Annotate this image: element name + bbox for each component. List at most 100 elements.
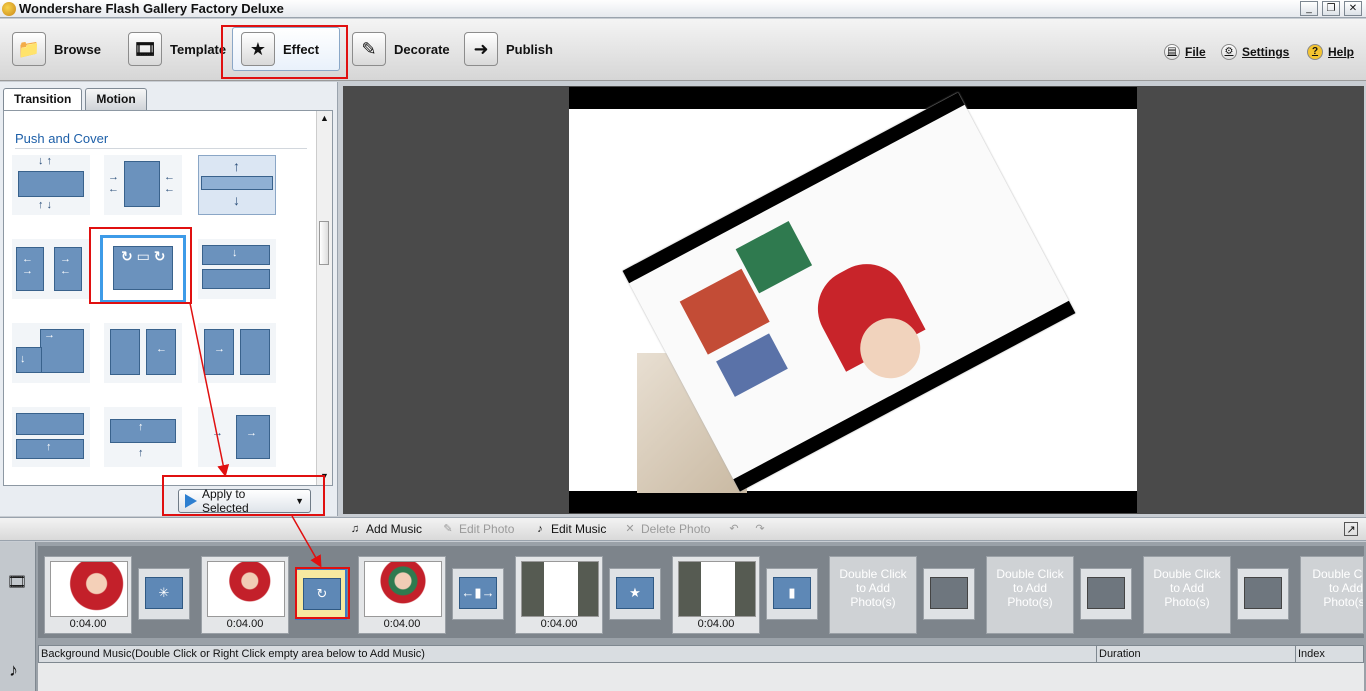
- rotate-right-icon: ↷: [755, 523, 765, 535]
- music-track-header: Background Music(Double Click or Right C…: [38, 645, 1364, 663]
- edit-photo-button[interactable]: ✎ Edit Photo: [441, 522, 514, 536]
- section-divider: [15, 148, 307, 149]
- browse-button[interactable]: 📁 Browse: [12, 27, 101, 71]
- gear-icon: ⚙: [1221, 44, 1237, 60]
- tab-motion[interactable]: Motion: [85, 88, 147, 110]
- photo-thumbnail: [50, 561, 128, 617]
- edit-music-button[interactable]: ♪ Edit Music: [533, 522, 606, 536]
- empty-transition-slot[interactable]: [1237, 568, 1289, 620]
- file-menu[interactable]: ▤ File: [1164, 44, 1206, 60]
- minimize-button[interactable]: _: [1300, 1, 1318, 16]
- transition-cover-corner[interactable]: → ↓: [12, 323, 90, 383]
- star-burst-icon: ✳: [145, 577, 183, 609]
- photo-slot[interactable]: 0:04.00: [201, 556, 289, 634]
- transition-cover-up[interactable]: ↑ ↓: [198, 155, 276, 215]
- transition-slot[interactable]: ←▮→: [452, 568, 504, 620]
- music-add-icon: ♫: [350, 523, 360, 535]
- template-button[interactable]: 🎞 Template: [128, 27, 226, 71]
- photo-duration: 0:04.00: [69, 618, 107, 630]
- add-music-button[interactable]: ♫ Add Music: [348, 522, 422, 536]
- letterbox-bottom: [569, 491, 1137, 513]
- help-menu[interactable]: ? Help: [1307, 44, 1354, 60]
- expand-icon: ↗: [1344, 522, 1358, 536]
- rotate-right-button[interactable]: ↷: [753, 522, 767, 536]
- help-icon: ?: [1307, 44, 1323, 60]
- transition-slot[interactable]: ✳: [138, 568, 190, 620]
- photo-duration: 0:04.00: [226, 618, 264, 630]
- gallery-scrollbar[interactable]: ▲ ▼: [316, 111, 332, 485]
- add-music-label: Add Music: [366, 522, 423, 536]
- cover-transition-icon: ▮: [773, 577, 811, 609]
- publish-label: Publish: [506, 41, 553, 57]
- browse-label: Browse: [54, 41, 101, 57]
- selected-transition-highlight-timeline: [295, 567, 350, 619]
- star-icon: ★: [616, 577, 654, 609]
- publish-arrow-icon: ➜: [464, 32, 498, 66]
- file-icon: ▤: [1164, 44, 1180, 60]
- push-transition-icon: ←▮→: [459, 577, 497, 609]
- music-track-area[interactable]: [38, 663, 1364, 691]
- photo-strip: 0:04.00 ✳ 0:04.00 ↻ 0:04.00 ←▮→ 0:04.00 …: [38, 546, 1364, 638]
- transition-split-horizontal[interactable]: ← → → ←: [12, 239, 90, 299]
- photo-slot[interactable]: 0:04.00: [44, 556, 132, 634]
- photo-slot[interactable]: 0:04.00: [358, 556, 446, 634]
- timeline: 🎞 ♪ 0:04.00 ✳ 0:04.00 ↻ 0:04.00 ←▮→ 0:04…: [0, 542, 1366, 691]
- preview-area: [343, 86, 1364, 514]
- music-header-label: Background Music(Double Click or Right C…: [41, 648, 425, 660]
- photo-edit-icon: ✎: [443, 523, 453, 535]
- music-edit-icon: ♪: [537, 523, 543, 535]
- photo-thumbnail: [207, 561, 285, 617]
- duration-column-header: Duration: [1099, 648, 1141, 660]
- settings-menu[interactable]: ⚙ Settings: [1221, 44, 1289, 60]
- empty-photo-slot[interactable]: Double Clickto AddPhoto(s): [986, 556, 1074, 634]
- empty-photo-slot[interactable]: Double Clickto AddPhoto(s): [829, 556, 917, 634]
- decorate-button[interactable]: ✎ Decorate: [352, 27, 450, 71]
- edit-music-label: Edit Music: [551, 522, 607, 536]
- transition-push-right[interactable]: →: [198, 323, 276, 383]
- photo-duration: 0:04.00: [383, 618, 421, 630]
- empty-photo-slot[interactable]: Double Clickto AddPhoto(s): [1143, 556, 1231, 634]
- restore-button[interactable]: ❐: [1322, 1, 1340, 16]
- transition-push-horizontal[interactable]: → ← ← ←: [104, 155, 182, 215]
- empty-photo-slot[interactable]: Double Clickto AddPhoto(s): [1300, 556, 1364, 634]
- photo-duration: 0:04.00: [697, 618, 735, 630]
- scrollbar-thumb[interactable]: [319, 221, 329, 265]
- empty-transition-slot[interactable]: [1080, 568, 1132, 620]
- edit-toolbar: ♫ Add Music ✎ Edit Photo ♪ Edit Music ✕ …: [0, 517, 1366, 541]
- pencil-icon: ✎: [352, 32, 386, 66]
- publish-button[interactable]: ➜ Publish: [464, 27, 553, 71]
- transition-push-up[interactable]: ↑ ↑: [104, 407, 182, 467]
- photo-slot[interactable]: 0:04.00: [672, 556, 760, 634]
- tab-transition[interactable]: Transition: [3, 88, 83, 110]
- transition-push-left[interactable]: ←: [104, 323, 182, 383]
- help-label: Help: [1328, 45, 1355, 59]
- template-label: Template: [170, 41, 227, 57]
- letterbox-top: [569, 87, 1137, 109]
- transition-slot[interactable]: ★: [609, 568, 661, 620]
- file-label: File: [1185, 45, 1206, 59]
- music-note-icon: ♪: [9, 660, 18, 680]
- close-button[interactable]: ✕: [1344, 1, 1362, 16]
- effect-highlight-box: [221, 25, 348, 79]
- photo-thumbnail: [364, 561, 442, 617]
- expand-button[interactable]: ↗: [1344, 522, 1358, 536]
- empty-transition-slot[interactable]: [923, 568, 975, 620]
- folder-icon: 📁: [12, 32, 46, 66]
- delete-photo-button[interactable]: ✕ Delete Photo: [623, 522, 710, 536]
- transition-cover-right[interactable]: → →: [198, 407, 276, 467]
- transition-slot[interactable]: ▮: [766, 568, 818, 620]
- decorate-label: Decorate: [394, 41, 450, 57]
- rotate-left-button[interactable]: ↶: [727, 522, 741, 536]
- photo-slot[interactable]: 0:04.00: [515, 556, 603, 634]
- transition-cover-bottom[interactable]: ↑: [12, 407, 90, 467]
- delete-photo-label: Delete Photo: [641, 522, 711, 536]
- settings-label: Settings: [1242, 45, 1290, 59]
- transition-push-vertical[interactable]: ↓ ↑ ↑ ↓: [12, 155, 90, 215]
- index-column-header: Index: [1298, 648, 1325, 660]
- transition-cover-down[interactable]: ↓: [198, 239, 276, 299]
- apply-highlight-box: [162, 475, 325, 516]
- timeline-sidebar: 🎞 ♪: [0, 542, 36, 691]
- delete-icon: ✕: [625, 523, 635, 535]
- section-heading: Push and Cover: [15, 131, 109, 146]
- photo-thumbnail: [678, 561, 756, 617]
